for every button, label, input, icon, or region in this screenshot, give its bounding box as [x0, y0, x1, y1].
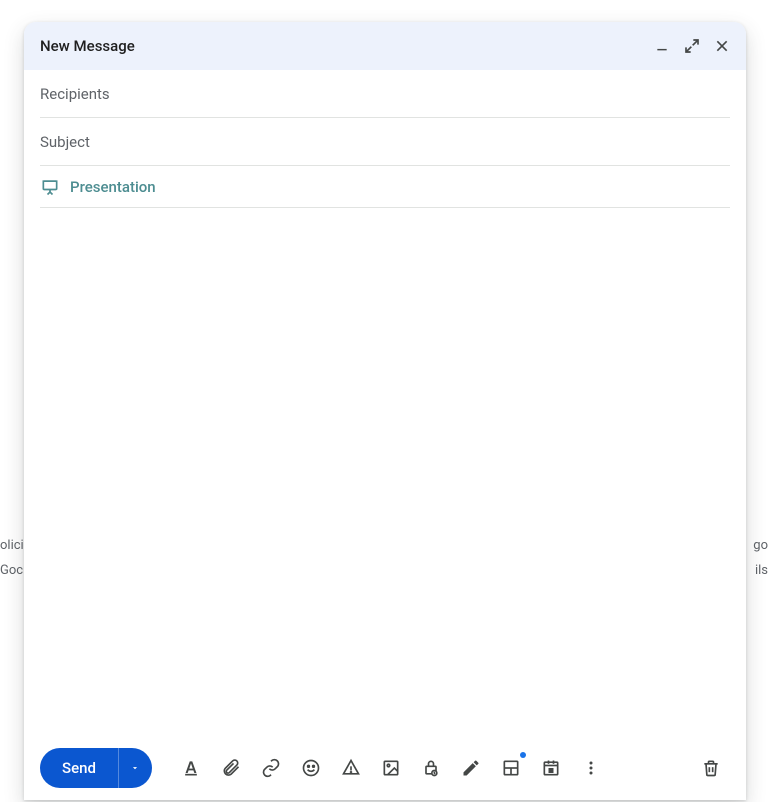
minimize-icon[interactable]	[654, 38, 670, 54]
signature-icon[interactable]	[452, 750, 490, 786]
formatting-icon[interactable]	[172, 750, 210, 786]
compose-fields	[24, 70, 746, 166]
header-actions	[654, 38, 730, 54]
toolbar-icons	[172, 750, 610, 786]
presentation-chip[interactable]: Presentation	[40, 180, 730, 208]
discard-icon[interactable]	[692, 750, 730, 786]
compose-toolbar: Send	[24, 736, 746, 800]
presentation-icon	[40, 177, 60, 197]
layout-icon[interactable]	[492, 750, 530, 786]
presentation-chip-label: Presentation	[70, 178, 156, 196]
more-options-icon[interactable]	[572, 750, 610, 786]
compose-title: New Message	[40, 37, 654, 55]
send-button-group: Send	[40, 748, 152, 788]
attach-icon[interactable]	[212, 750, 250, 786]
subject-field-row	[40, 118, 730, 166]
recipients-input[interactable]	[40, 85, 730, 103]
compose-window: New Message	[24, 22, 746, 800]
subject-input[interactable]	[40, 133, 730, 151]
recipients-field-row	[40, 70, 730, 118]
emoji-icon[interactable]	[292, 750, 330, 786]
compose-header: New Message	[24, 22, 746, 70]
calendar-icon[interactable]	[532, 750, 570, 786]
notification-dot	[520, 752, 526, 758]
close-icon[interactable]	[714, 38, 730, 54]
link-icon[interactable]	[252, 750, 290, 786]
background-text-right: go ils	[753, 534, 768, 583]
drive-icon[interactable]	[332, 750, 370, 786]
send-button[interactable]: Send	[40, 748, 118, 788]
compose-body[interactable]: Presentation	[24, 166, 746, 736]
image-icon[interactable]	[372, 750, 410, 786]
send-more-button[interactable]	[118, 748, 152, 788]
confidential-icon[interactable]	[412, 750, 450, 786]
expand-icon[interactable]	[684, 38, 700, 54]
